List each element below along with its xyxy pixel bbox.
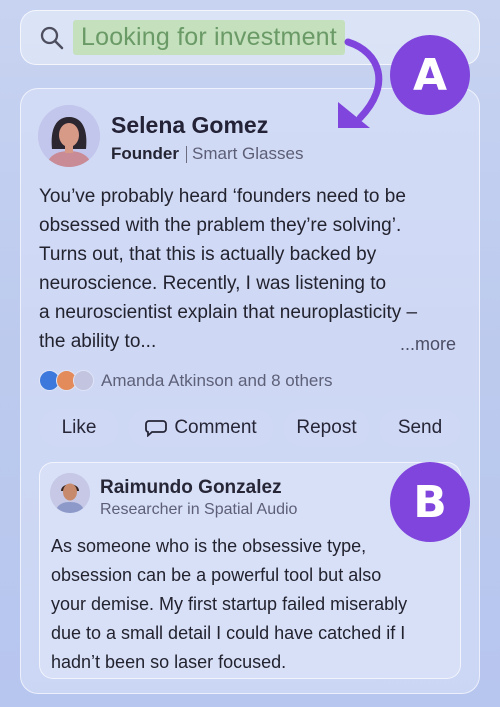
reply-line: hadn’t been so laser focused. [51, 652, 287, 672]
comment-button[interactable]: Comment [128, 409, 274, 447]
search-query[interactable]: Looking for investment [73, 20, 345, 55]
reply-author-headline: Researcher in Spatial Audio [100, 501, 298, 518]
reply-body: As someone who is the obsessive type, ob… [51, 532, 456, 677]
post-actions: Like Comment Repost Send [39, 409, 470, 447]
user-reaction-icon [73, 370, 94, 391]
see-more-link[interactable]: ...more [400, 334, 456, 355]
reaction-icons [39, 370, 95, 392]
post-line: a neuroscientist explain that neuroplast… [39, 302, 418, 323]
reactions-summary[interactable]: Amanda Atkinson and 8 others [39, 370, 333, 392]
post-line: obsessed with the prablem they’re solvin… [39, 215, 402, 236]
send-button[interactable]: Send [379, 409, 461, 447]
author-role: Founder [111, 144, 179, 163]
post-line: Turns out, that this is actually backed … [39, 244, 377, 265]
annotation-badge-b: B [390, 462, 470, 542]
post-line: neuroscience. Recently, I was listening … [39, 273, 387, 294]
reply-line: obsession can be a powerful tool but als… [51, 565, 382, 585]
author-headline: Founder Smart Glasses [111, 144, 303, 164]
reply-avatar[interactable] [50, 473, 90, 513]
search-icon [40, 26, 64, 49]
reply-line: As someone who is the obsessive type, [51, 536, 367, 556]
post-body: You’ve probably heard ‘founders need to … [39, 182, 464, 356]
author-name[interactable]: Selena Gomez [111, 112, 268, 139]
annotation-badge-a: A [390, 35, 470, 115]
reaction-text[interactable]: Amanda Atkinson and 8 others [101, 371, 333, 391]
headline-divider [186, 145, 187, 163]
author-company: Smart Glasses [192, 144, 304, 163]
author-avatar[interactable] [38, 105, 100, 167]
reply-author-name[interactable]: Raimundo Gonzalez [100, 477, 282, 499]
reply-line: your demise. My first startup failed mis… [51, 594, 408, 614]
repost-button[interactable]: Repost [283, 409, 370, 447]
post-line: You’ve probably heard ‘founders need to … [39, 186, 406, 207]
comment-icon [145, 420, 168, 437]
reply-line: due to a small detail I could have catch… [51, 623, 406, 643]
comment-label: Comment [174, 417, 257, 438]
like-button[interactable]: Like [39, 409, 119, 447]
